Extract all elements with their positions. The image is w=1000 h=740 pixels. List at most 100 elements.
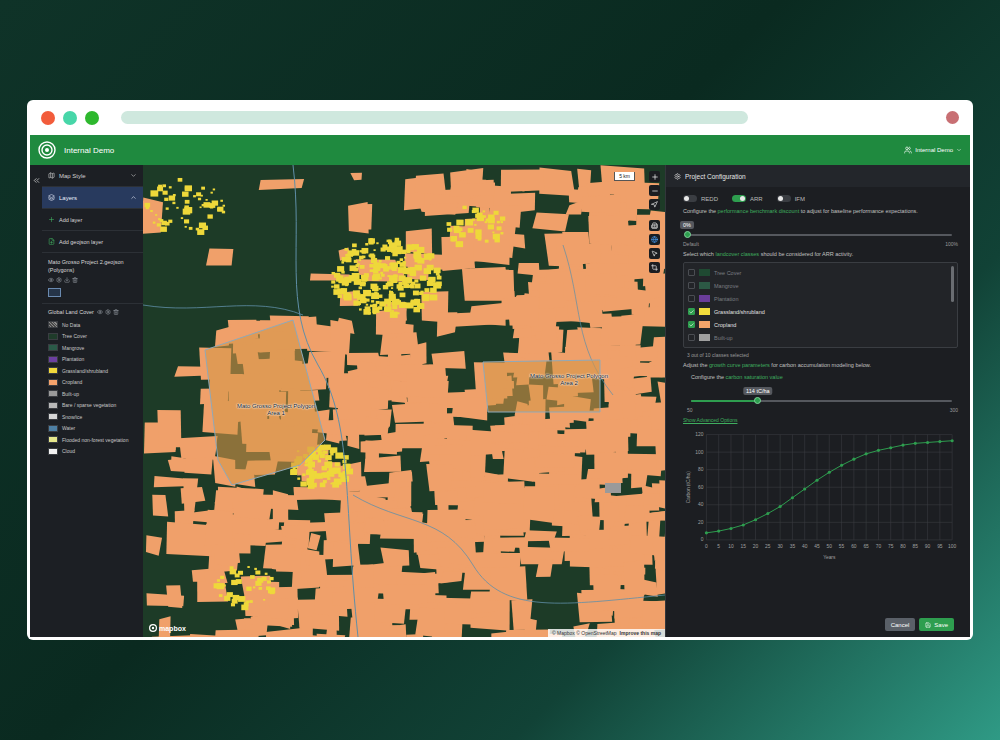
grassland-patch: [434, 268, 441, 274]
x-tick: 85: [913, 543, 919, 548]
grassland-patch: [232, 599, 238, 604]
mode-option[interactable]: IFM: [777, 195, 805, 202]
gear-icon[interactable]: [56, 277, 62, 283]
grassland-patch: [217, 583, 225, 589]
data-point[interactable]: [766, 512, 769, 515]
list-scrollbar[interactable]: [951, 266, 954, 302]
data-point[interactable]: [852, 457, 855, 460]
map-control-button[interactable]: [649, 171, 660, 182]
data-point[interactable]: [729, 527, 732, 530]
data-point[interactable]: [926, 441, 929, 444]
checkbox[interactable]: [688, 295, 695, 302]
profile-dot-icon[interactable]: [946, 111, 959, 124]
data-point[interactable]: [951, 439, 954, 442]
data-point[interactable]: [865, 452, 868, 455]
landcover-item[interactable]: Grassland/shrubland: [688, 305, 947, 318]
data-point[interactable]: [889, 446, 892, 449]
collapse-icon[interactable]: [32, 176, 41, 185]
slider-track[interactable]: 114 tC/ha: [691, 400, 952, 402]
data-point[interactable]: [754, 518, 757, 521]
action-button[interactable]: Cancel: [885, 618, 916, 631]
grassland-patch: [465, 219, 473, 225]
trash-icon[interactable]: [72, 277, 78, 283]
data-point[interactable]: [705, 531, 708, 534]
data-point[interactable]: [779, 505, 782, 508]
sidebar-action[interactable]: Add layer: [42, 209, 143, 231]
landcover-item[interactable]: Mangrove: [688, 279, 947, 292]
sidebar-section[interactable]: Layers: [42, 187, 143, 209]
map-canvas[interactable]: [143, 165, 665, 637]
help-link[interactable]: performance benchmark discount: [718, 208, 800, 214]
data-point[interactable]: [717, 529, 720, 532]
sidebar-section[interactable]: Map Style: [42, 165, 143, 187]
data-point[interactable]: [828, 470, 831, 473]
mode-option[interactable]: REDD: [683, 195, 718, 202]
checkbox[interactable]: [688, 269, 695, 276]
action-button[interactable]: Save: [919, 618, 954, 631]
map-control-button[interactable]: [649, 199, 660, 210]
url-bar[interactable]: [121, 111, 748, 124]
x-tick: 100: [948, 543, 956, 548]
data-point[interactable]: [742, 523, 745, 526]
gear-icon[interactable]: [105, 309, 111, 315]
eye-icon[interactable]: [48, 277, 54, 283]
grassland-patch: [501, 221, 503, 223]
grassland-patch: [345, 254, 348, 257]
checkbox[interactable]: [688, 282, 695, 289]
map-control-button[interactable]: [649, 234, 660, 245]
advanced-options-link[interactable]: Show Advanced Options: [683, 417, 958, 423]
slider-track[interactable]: 0%: [687, 234, 952, 236]
project-polygon[interactable]: [483, 360, 600, 412]
data-point[interactable]: [791, 496, 794, 499]
map-control-button[interactable]: [649, 248, 660, 259]
grassland-patch: [220, 576, 224, 579]
landcover-item[interactable]: Built-up: [688, 331, 947, 344]
cropland-patch: [415, 607, 445, 637]
grassland-patch: [324, 451, 328, 454]
map-control-button[interactable]: [649, 220, 660, 231]
grassland-patch: [412, 244, 419, 250]
mode-toggle[interactable]: [777, 195, 791, 202]
landcover-item[interactable]: Tree Cover: [688, 266, 947, 279]
data-point[interactable]: [877, 449, 880, 452]
chevron-up-icon: [130, 194, 137, 201]
help-link[interactable]: growth curve parameters: [709, 362, 770, 368]
data-point[interactable]: [815, 478, 818, 481]
map-control-button[interactable]: [649, 262, 660, 273]
download-icon[interactable]: [64, 277, 70, 283]
app-logo-icon[interactable]: [38, 141, 56, 159]
x-tick: 70: [876, 543, 882, 548]
checkbox[interactable]: [688, 321, 695, 328]
help-link[interactable]: landcover classes: [715, 251, 759, 257]
data-point[interactable]: [803, 487, 806, 490]
data-point[interactable]: [914, 442, 917, 445]
slider-thumb[interactable]: [684, 231, 691, 238]
map-control-button[interactable]: [649, 185, 660, 196]
grassland-patch: [238, 571, 243, 575]
eye-icon[interactable]: [97, 309, 103, 315]
landcover-item[interactable]: Plantation: [688, 292, 947, 305]
data-point[interactable]: [938, 440, 941, 443]
checkbox[interactable]: [688, 308, 695, 315]
help-link[interactable]: carbon saturation value: [726, 374, 783, 380]
project-polygon[interactable]: [205, 320, 325, 485]
grassland-patch: [185, 226, 187, 228]
toggle-knob: [778, 196, 783, 201]
slider-thumb[interactable]: [754, 397, 761, 404]
account-menu[interactable]: Internal Demo: [904, 146, 962, 154]
building-icon: [651, 222, 658, 229]
sidebar-action[interactable]: Add geojson layer: [42, 231, 143, 253]
grassland-patch: [369, 255, 372, 257]
maximize-dot-icon[interactable]: [85, 111, 99, 125]
mode-toggle[interactable]: [732, 195, 746, 202]
mode-toggle[interactable]: [683, 195, 697, 202]
data-point[interactable]: [840, 463, 843, 466]
improve-map-link[interactable]: Improve this map: [620, 630, 661, 636]
checkbox[interactable]: [688, 334, 695, 341]
data-point[interactable]: [901, 443, 904, 446]
mode-option[interactable]: ARR: [732, 195, 763, 202]
trash-icon[interactable]: [113, 309, 119, 315]
minimize-dot-icon[interactable]: [63, 111, 77, 125]
close-dot-icon[interactable]: [41, 111, 55, 125]
landcover-item[interactable]: Cropland: [688, 318, 947, 331]
